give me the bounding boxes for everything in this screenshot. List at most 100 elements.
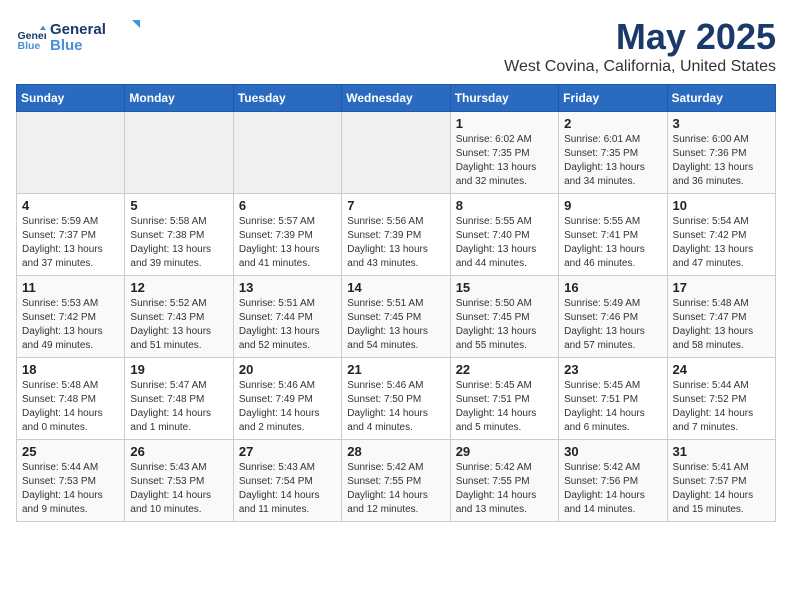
day-number: 28 — [347, 444, 444, 459]
day-number: 13 — [239, 280, 336, 295]
day-cell: 2 Sunrise: 6:01 AM Sunset: 7:35 PM Daylig… — [559, 112, 667, 194]
day-cell — [342, 112, 450, 194]
day-number: 24 — [673, 362, 770, 377]
day-number: 2 — [564, 116, 661, 131]
day-info: Sunrise: 5:53 AM Sunset: 7:42 PM Dayligh… — [22, 297, 119, 353]
day-cell: 21Sunrise: 5:46 AM Sunset: 7:50 PM Dayli… — [342, 358, 450, 440]
day-number: 7 — [347, 198, 444, 213]
svg-text:Blue: Blue — [18, 39, 41, 51]
day-number: 11 — [22, 280, 119, 295]
day-info: Sunrise: 5:57 AM Sunset: 7:39 PM Dayligh… — [239, 215, 336, 271]
day-number: 9 — [564, 198, 661, 213]
day-cell: 20 Sunrise: 5:46 AM Sunset: 7:49 PM Dayli… — [233, 358, 341, 440]
day-cell: 12 Sunrise: 5:52 AM Sunset: 7:43 PM Dayli… — [125, 276, 233, 358]
day-cell: 29 Sunrise: 5:42 AM Sunset: 7:55 PM Dayli… — [450, 440, 558, 522]
day-cell: 10Sunrise: 5:54 AM Sunset: 7:42 PM Dayli… — [667, 194, 775, 276]
day-cell: 19 Sunrise: 5:47 AM Sunset: 7:48 PM Dayli… — [125, 358, 233, 440]
day-cell: 1Sunrise: 6:02 AM Sunset: 7:35 PM Daylig… — [450, 112, 558, 194]
day-cell: 18 Sunrise: 5:48 AM Sunset: 7:48 PM Dayli… — [17, 358, 125, 440]
day-info: Sunrise: 5:55 AM Sunset: 7:40 PM Dayligh… — [456, 215, 553, 271]
day-info: Sunrise: 5:42 AM Sunset: 7:56 PM Dayligh… — [564, 461, 661, 517]
week-row-4: 18 Sunrise: 5:48 AM Sunset: 7:48 PM Dayli… — [17, 358, 776, 440]
day-number: 20 — [239, 362, 336, 377]
calendar-subtitle: West Covina, California, United States — [504, 58, 776, 76]
day-number: 6 — [239, 198, 336, 213]
title-section: May 2025 West Covina, California, United… — [504, 16, 776, 76]
day-cell: 17 Sunrise: 5:48 AM Sunset: 7:47 PM Dayli… — [667, 276, 775, 358]
day-info: Sunrise: 5:44 AM Sunset: 7:52 PM Dayligh… — [673, 379, 770, 435]
day-number: 3 — [673, 116, 770, 131]
day-number: 31 — [673, 444, 770, 459]
svg-text:General: General — [50, 21, 106, 38]
day-info: Sunrise: 5:43 AM Sunset: 7:54 PM Dayligh… — [239, 461, 336, 517]
day-number: 16 — [564, 280, 661, 295]
day-number: 25 — [22, 444, 119, 459]
day-info: Sunrise: 5:42 AM Sunset: 7:55 PM Dayligh… — [347, 461, 444, 517]
day-number: 17 — [673, 280, 770, 295]
day-info: Sunrise: 5:51 AM Sunset: 7:44 PM Dayligh… — [239, 297, 336, 353]
header-monday: Monday — [125, 85, 233, 112]
day-cell: 30 Sunrise: 5:42 AM Sunset: 7:56 PM Dayli… — [559, 440, 667, 522]
day-number: 30 — [564, 444, 661, 459]
day-info: Sunrise: 5:46 AM Sunset: 7:49 PM Dayligh… — [239, 379, 336, 435]
day-number: 15 — [456, 280, 553, 295]
day-number: 14 — [347, 280, 444, 295]
day-number: 12 — [130, 280, 227, 295]
header-wednesday: Wednesday — [342, 85, 450, 112]
week-row-5: 25 Sunrise: 5:44 AM Sunset: 7:53 PM Dayli… — [17, 440, 776, 522]
day-number: 29 — [456, 444, 553, 459]
header-tuesday: Tuesday — [233, 85, 341, 112]
day-cell: 27Sunrise: 5:43 AM Sunset: 7:54 PM Dayli… — [233, 440, 341, 522]
day-info: Sunrise: 5:54 AM Sunset: 7:42 PM Dayligh… — [673, 215, 770, 271]
day-info: Sunrise: 5:51 AM Sunset: 7:45 PM Dayligh… — [347, 297, 444, 353]
day-info: Sunrise: 5:55 AM Sunset: 7:41 PM Dayligh… — [564, 215, 661, 271]
day-info: Sunrise: 5:49 AM Sunset: 7:46 PM Dayligh… — [564, 297, 661, 353]
day-info: Sunrise: 6:01 AM Sunset: 7:35 PM Dayligh… — [564, 133, 661, 189]
calendar-table: Sunday Monday Tuesday Wednesday Thursday… — [16, 84, 776, 522]
day-info: Sunrise: 5:50 AM Sunset: 7:45 PM Dayligh… — [456, 297, 553, 353]
day-info: Sunrise: 5:48 AM Sunset: 7:48 PM Dayligh… — [22, 379, 119, 435]
logo-svg: General Blue — [50, 16, 140, 56]
logo-icon: General Blue — [16, 24, 46, 54]
day-number: 8 — [456, 198, 553, 213]
day-cell: 13 Sunrise: 5:51 AM Sunset: 7:44 PM Dayli… — [233, 276, 341, 358]
day-cell: 6 Sunrise: 5:57 AM Sunset: 7:39 PM Daylig… — [233, 194, 341, 276]
day-info: Sunrise: 5:58 AM Sunset: 7:38 PM Dayligh… — [130, 215, 227, 271]
day-info: Sunrise: 5:41 AM Sunset: 7:57 PM Dayligh… — [673, 461, 770, 517]
day-number: 18 — [22, 362, 119, 377]
day-info: Sunrise: 5:48 AM Sunset: 7:47 PM Dayligh… — [673, 297, 770, 353]
week-row-3: 11 Sunrise: 5:53 AM Sunset: 7:42 PM Dayli… — [17, 276, 776, 358]
day-cell: 16 Sunrise: 5:49 AM Sunset: 7:46 PM Dayli… — [559, 276, 667, 358]
day-cell: 14 Sunrise: 5:51 AM Sunset: 7:45 PM Dayli… — [342, 276, 450, 358]
day-info: Sunrise: 5:56 AM Sunset: 7:39 PM Dayligh… — [347, 215, 444, 271]
day-info: Sunrise: 6:00 AM Sunset: 7:36 PM Dayligh… — [673, 133, 770, 189]
day-cell: 23Sunrise: 5:45 AM Sunset: 7:51 PM Dayli… — [559, 358, 667, 440]
week-row-1: 1Sunrise: 6:02 AM Sunset: 7:35 PM Daylig… — [17, 112, 776, 194]
day-cell — [233, 112, 341, 194]
svg-text:Blue: Blue — [50, 37, 83, 54]
day-cell: 25 Sunrise: 5:44 AM Sunset: 7:53 PM Dayli… — [17, 440, 125, 522]
day-cell: 8 Sunrise: 5:55 AM Sunset: 7:40 PM Daylig… — [450, 194, 558, 276]
day-number: 22 — [456, 362, 553, 377]
day-cell: 9 Sunrise: 5:55 AM Sunset: 7:41 PM Daylig… — [559, 194, 667, 276]
day-info: Sunrise: 5:52 AM Sunset: 7:43 PM Dayligh… — [130, 297, 227, 353]
day-cell: 11 Sunrise: 5:53 AM Sunset: 7:42 PM Dayli… — [17, 276, 125, 358]
day-number: 23 — [564, 362, 661, 377]
day-number: 26 — [130, 444, 227, 459]
day-number: 19 — [130, 362, 227, 377]
calendar-title: May 2025 — [504, 16, 776, 58]
day-cell: 26 Sunrise: 5:43 AM Sunset: 7:53 PM Dayli… — [125, 440, 233, 522]
day-info: Sunrise: 5:42 AM Sunset: 7:55 PM Dayligh… — [456, 461, 553, 517]
day-number: 21 — [347, 362, 444, 377]
week-row-2: 4Sunrise: 5:59 AM Sunset: 7:37 PM Daylig… — [17, 194, 776, 276]
day-cell: 4Sunrise: 5:59 AM Sunset: 7:37 PM Daylig… — [17, 194, 125, 276]
day-cell: 3 Sunrise: 6:00 AM Sunset: 7:36 PM Daylig… — [667, 112, 775, 194]
day-number: 4 — [22, 198, 119, 213]
day-info: Sunrise: 5:47 AM Sunset: 7:48 PM Dayligh… — [130, 379, 227, 435]
calendar-header-row: Sunday Monday Tuesday Wednesday Thursday… — [17, 85, 776, 112]
day-info: Sunrise: 5:45 AM Sunset: 7:51 PM Dayligh… — [456, 379, 553, 435]
day-info: Sunrise: 6:02 AM Sunset: 7:35 PM Dayligh… — [456, 133, 553, 189]
day-info: Sunrise: 5:43 AM Sunset: 7:53 PM Dayligh… — [130, 461, 227, 517]
day-info: Sunrise: 5:44 AM Sunset: 7:53 PM Dayligh… — [22, 461, 119, 517]
day-cell — [17, 112, 125, 194]
